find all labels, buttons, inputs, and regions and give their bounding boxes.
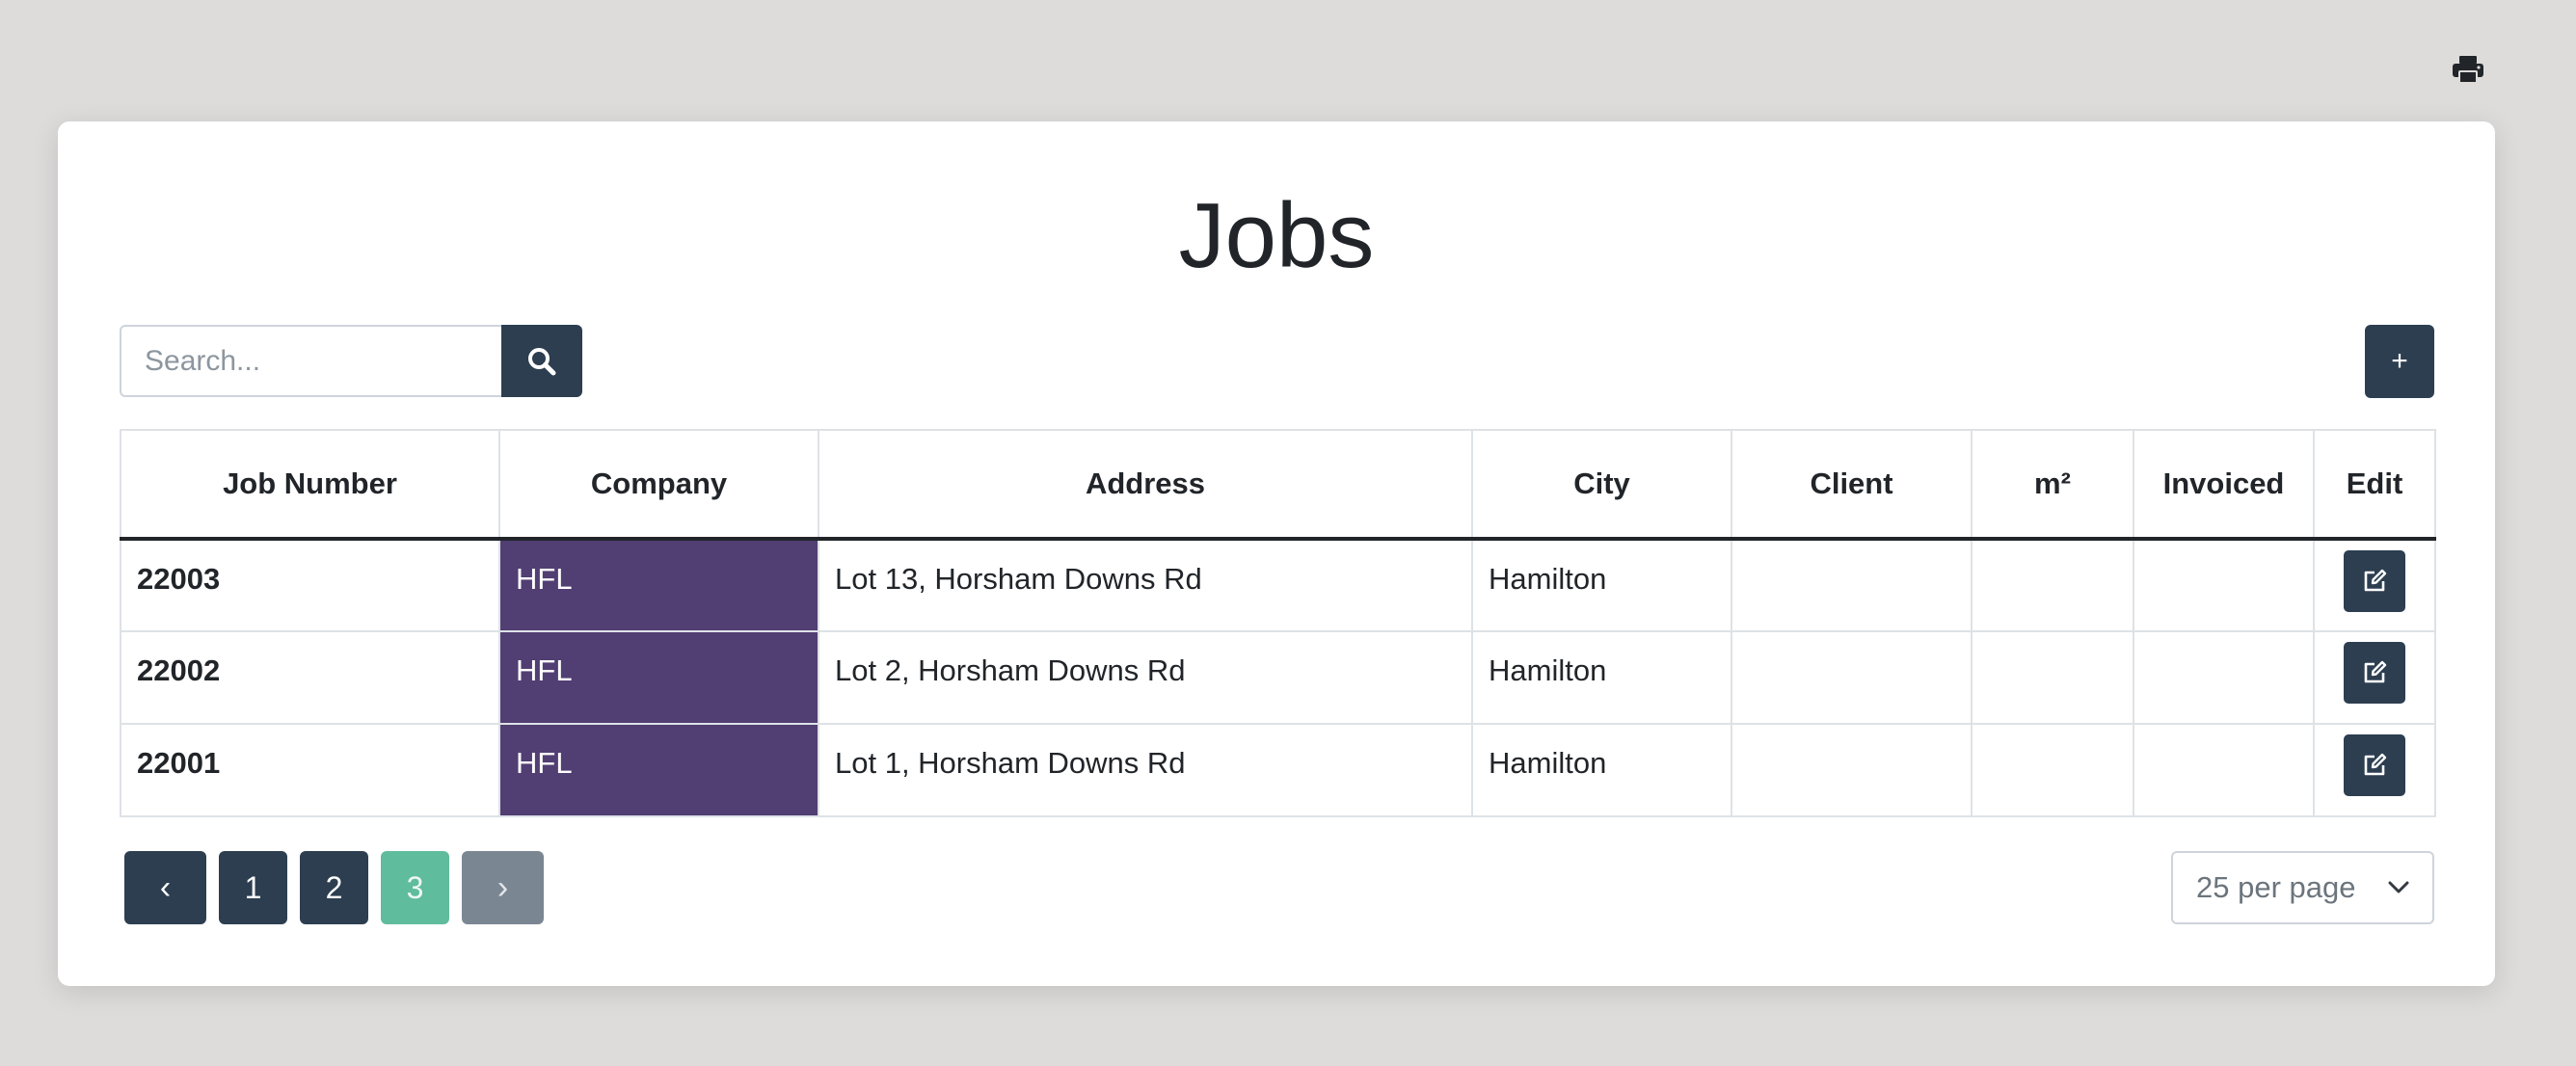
page-2-button[interactable]: 2: [300, 851, 368, 924]
search-button[interactable]: [501, 325, 582, 397]
header-invoiced[interactable]: Invoiced: [2133, 429, 2315, 541]
page-3-button[interactable]: 3: [381, 851, 449, 924]
header-city[interactable]: City: [1471, 429, 1732, 541]
company-cell: HFL: [498, 723, 819, 817]
search-input[interactable]: [120, 325, 502, 397]
edit-button[interactable]: [2344, 642, 2405, 704]
edit-cell: [2313, 538, 2436, 632]
prev-page-button[interactable]: ‹: [124, 851, 206, 924]
header-address[interactable]: Address: [818, 429, 1473, 541]
edit-button[interactable]: [2344, 549, 2405, 612]
add-job-button[interactable]: +: [2365, 325, 2434, 398]
header-client[interactable]: Client: [1731, 429, 1972, 541]
job-number-cell: 22003: [120, 538, 500, 632]
client-cell: [1731, 630, 1972, 725]
jobs-table: Job Number Company Address City Client m…: [120, 429, 2436, 817]
company-cell: HFL: [498, 538, 819, 632]
table-row: 22001 HFL Lot 1, Horsham Downs Rd Hamilt…: [120, 723, 2436, 817]
edit-icon: [2364, 660, 2387, 683]
next-page-button[interactable]: ›: [462, 851, 544, 924]
city-cell: Hamilton: [1471, 538, 1732, 632]
city-cell: Hamilton: [1471, 630, 1732, 725]
client-cell: [1731, 723, 1972, 817]
header-edit: Edit: [2313, 429, 2436, 541]
edit-cell: [2313, 630, 2436, 725]
header-area[interactable]: m²: [1971, 429, 2134, 541]
invoiced-cell: [2133, 630, 2315, 725]
per-page-value: 25 per page: [2196, 870, 2356, 904]
address-cell: Lot 1, Horsham Downs Rd: [818, 723, 1473, 817]
pagination: ‹ 1 2 3 ›: [124, 851, 544, 924]
page-title: Jobs: [1178, 184, 1375, 287]
invoiced-cell: [2133, 538, 2315, 632]
job-number-cell: 22002: [120, 630, 500, 725]
header-job-number[interactable]: Job Number: [120, 429, 500, 541]
area-cell: [1971, 723, 2134, 817]
header-company[interactable]: Company: [498, 429, 819, 541]
page-1-button[interactable]: 1: [219, 851, 287, 924]
search-icon: [528, 347, 556, 375]
print-button[interactable]: [2449, 50, 2487, 89]
job-number-cell: 22001: [120, 723, 500, 817]
table-header-row: Job Number Company Address City Client m…: [120, 429, 2436, 541]
area-cell: [1971, 538, 2134, 632]
city-cell: Hamilton: [1471, 723, 1732, 817]
per-page-select[interactable]: 25 per page: [2171, 851, 2434, 924]
edit-cell: [2313, 723, 2436, 817]
edit-icon: [2364, 753, 2387, 776]
printer-icon: [2453, 56, 2483, 84]
jobs-card: Jobs + Job Number Company Address City C…: [58, 121, 2495, 986]
invoiced-cell: [2133, 723, 2315, 817]
edit-button[interactable]: [2344, 734, 2405, 796]
client-cell: [1731, 538, 1972, 632]
address-cell: Lot 13, Horsham Downs Rd: [818, 538, 1473, 632]
table-row: 22003 HFL Lot 13, Horsham Downs Rd Hamil…: [120, 538, 2436, 632]
chevron-down-icon: [2388, 881, 2409, 894]
area-cell: [1971, 630, 2134, 725]
address-cell: Lot 2, Horsham Downs Rd: [818, 630, 1473, 725]
table-row: 22002 HFL Lot 2, Horsham Downs Rd Hamilt…: [120, 630, 2436, 725]
edit-icon: [2364, 569, 2387, 591]
company-cell: HFL: [498, 630, 819, 725]
